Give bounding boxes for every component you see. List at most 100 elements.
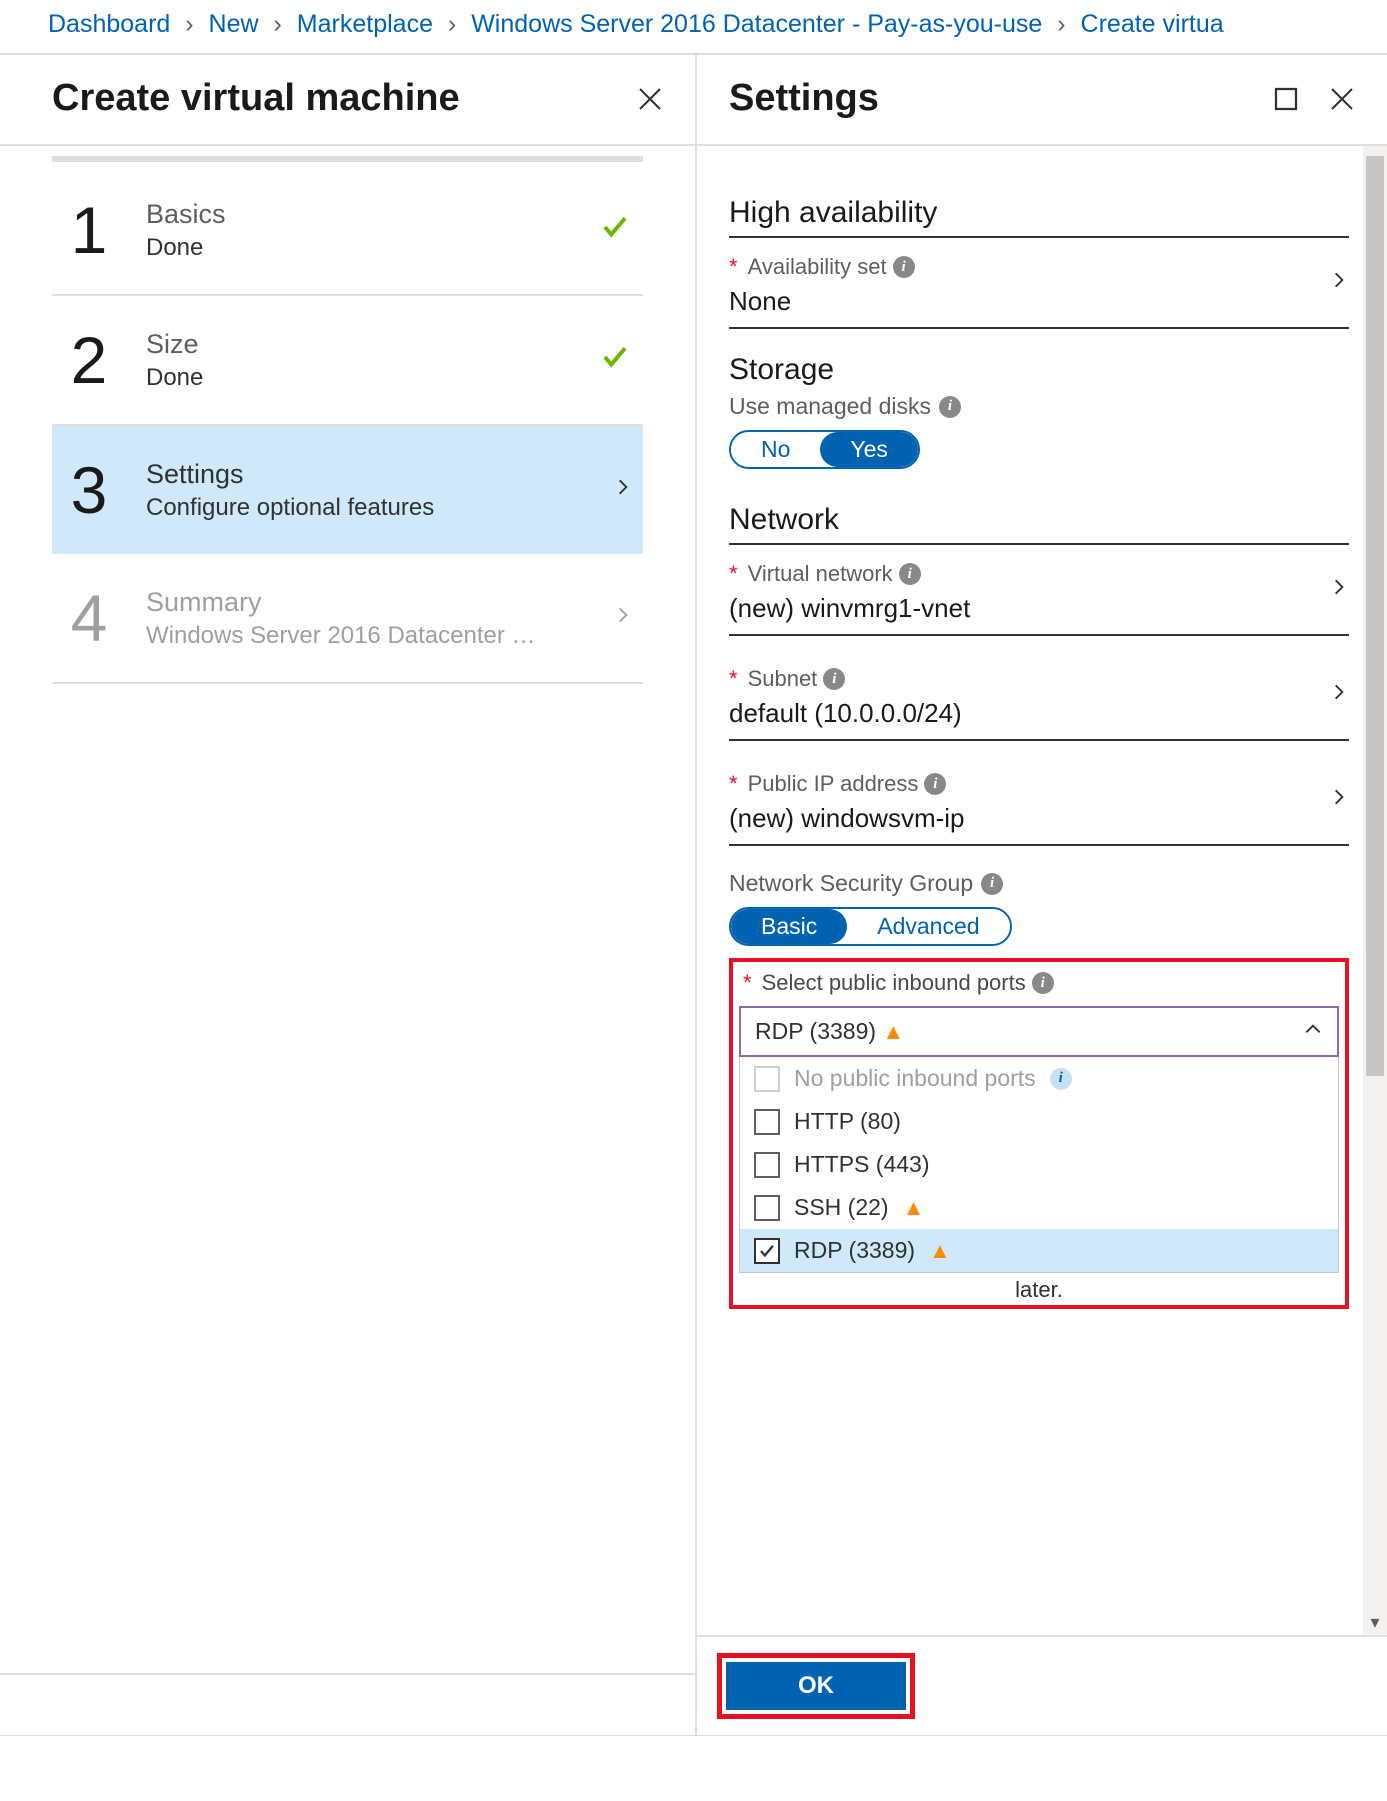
step-title: Size — [146, 329, 567, 360]
port-option-http[interactable]: HTTP (80) — [740, 1100, 1338, 1143]
field-label: Select public inbound ports — [762, 970, 1026, 996]
chevron-right-icon: › — [185, 10, 193, 38]
breadcrumb-link[interactable]: New — [209, 10, 259, 38]
scroll-down-icon[interactable]: ▾ — [1363, 1612, 1387, 1633]
highlight-inbound-ports: * Select public inbound ports i RDP (338… — [729, 958, 1349, 1309]
required-asterisk: * — [729, 561, 738, 587]
step-number: 1 — [62, 192, 116, 268]
checkbox-icon — [754, 1238, 780, 1264]
warning-icon: ▲ — [882, 1019, 904, 1044]
field-public-ip[interactable]: * Public IP address i (new) windowsvm-ip — [729, 765, 1349, 846]
scrollbar[interactable]: ▾ — [1363, 146, 1387, 1635]
truncated-text: later. — [739, 1277, 1339, 1303]
section-network: Network — [729, 503, 1349, 537]
option-label: RDP (3389) — [794, 1237, 915, 1264]
step-subtitle: Done — [146, 364, 567, 392]
section-storage: Storage — [729, 353, 1349, 387]
info-icon[interactable]: i — [981, 873, 1003, 895]
toggle-option-yes[interactable]: Yes — [820, 432, 918, 467]
breadcrumb-link[interactable]: Marketplace — [297, 10, 433, 38]
close-icon[interactable] — [635, 84, 665, 114]
wizard-step-summary: 4 Summary Windows Server 2016 Datacenter… — [52, 554, 643, 684]
chevron-right-icon — [613, 605, 633, 631]
port-option-none[interactable]: No public inbound ports i — [740, 1057, 1338, 1100]
option-label: HTTPS (443) — [794, 1151, 929, 1178]
step-title: Basics — [146, 199, 567, 230]
field-label: Availability set — [748, 254, 887, 280]
field-virtual-network[interactable]: * Virtual network i (new) winvmrg1-vnet — [729, 555, 1349, 636]
ok-button[interactable]: OK — [726, 1662, 906, 1710]
chevron-right-icon: › — [274, 10, 282, 38]
info-icon[interactable]: i — [1032, 972, 1054, 994]
section-high-availability: High availability — [729, 196, 1349, 230]
field-value: (new) winvmrg1-vnet — [729, 593, 1329, 624]
restore-icon[interactable] — [1271, 84, 1301, 114]
checkbox-icon — [754, 1109, 780, 1135]
checkbox-icon — [754, 1066, 780, 1092]
chevron-right-icon: › — [1057, 10, 1065, 38]
checkbox-icon — [754, 1195, 780, 1221]
field-value: None — [729, 286, 1329, 317]
chevron-right-icon — [613, 477, 633, 503]
step-subtitle: Windows Server 2016 Datacenter … — [146, 622, 583, 650]
toggle-option-basic[interactable]: Basic — [731, 909, 847, 944]
wizard-step-basics[interactable]: 1 Basics Done — [52, 166, 643, 296]
port-option-https[interactable]: HTTPS (443) — [740, 1143, 1338, 1186]
blade-header: Settings — [697, 55, 1387, 146]
select-value: RDP (3389) — [755, 1018, 876, 1044]
required-asterisk: * — [729, 254, 738, 280]
option-label: HTTP (80) — [794, 1108, 901, 1135]
field-value: (new) windowsvm-ip — [729, 803, 1329, 834]
warning-icon: ▲ — [903, 1195, 925, 1221]
field-label: Use managed disks — [729, 393, 931, 420]
step-title: Settings — [146, 459, 583, 490]
breadcrumb-link[interactable]: Create virtua — [1081, 10, 1224, 38]
field-label: Public IP address — [748, 771, 919, 797]
toggle-nsg-type[interactable]: Basic Advanced — [729, 907, 1012, 946]
field-availability-set[interactable]: * Availability set i None — [729, 248, 1349, 329]
field-label: Network Security Group — [729, 870, 973, 897]
select-public-inbound-ports[interactable]: RDP (3389) ▲ — [739, 1006, 1339, 1057]
checkbox-icon — [754, 1152, 780, 1178]
blade-title: Settings — [729, 77, 879, 120]
info-icon[interactable]: i — [823, 668, 845, 690]
step-title: Summary — [146, 587, 583, 618]
chevron-up-icon — [1303, 1018, 1323, 1045]
blade-title: Create virtual machine — [52, 77, 460, 120]
checkmark-icon — [597, 339, 633, 382]
info-icon[interactable]: i — [893, 256, 915, 278]
step-number: 2 — [62, 322, 116, 398]
info-icon[interactable]: i — [899, 563, 921, 585]
breadcrumb-link[interactable]: Dashboard — [48, 10, 170, 38]
port-option-rdp[interactable]: RDP (3389) ▲ — [740, 1229, 1338, 1272]
settings-panel: Settings ▾ High availability — [697, 55, 1387, 1735]
info-icon[interactable]: i — [924, 773, 946, 795]
toggle-managed-disks[interactable]: No Yes — [729, 430, 920, 469]
checkmark-icon — [597, 209, 633, 252]
step-subtitle: Configure optional features — [146, 494, 583, 522]
chevron-right-icon — [1329, 682, 1349, 708]
step-number: 3 — [62, 452, 116, 528]
option-label: SSH (22) — [794, 1194, 889, 1221]
required-asterisk: * — [743, 970, 752, 996]
toggle-option-advanced[interactable]: Advanced — [847, 909, 1009, 944]
breadcrumb: Dashboard › New › Marketplace › Windows … — [0, 0, 1387, 55]
scrollbar-thumb[interactable] — [1366, 156, 1384, 1076]
field-subnet[interactable]: * Subnet i default (10.0.0.0/24) — [729, 660, 1349, 741]
info-icon[interactable]: i — [1050, 1068, 1072, 1090]
highlight-ok-button: OK — [717, 1653, 915, 1719]
chevron-right-icon — [1329, 577, 1349, 603]
breadcrumb-link[interactable]: Windows Server 2016 Datacenter - Pay-as-… — [471, 10, 1042, 38]
step-subtitle: Done — [146, 234, 567, 262]
close-icon[interactable] — [1327, 84, 1357, 114]
wizard-step-settings[interactable]: 3 Settings Configure optional features — [52, 426, 643, 554]
chevron-right-icon: › — [448, 10, 456, 38]
port-option-ssh[interactable]: SSH (22) ▲ — [740, 1186, 1338, 1229]
toggle-option-no[interactable]: No — [731, 432, 820, 467]
field-label: Subnet — [748, 666, 818, 692]
wizard-panel: Create virtual machine 1 Basics Done — [0, 55, 697, 1735]
blade-header: Create virtual machine — [0, 55, 695, 146]
required-asterisk: * — [729, 666, 738, 692]
info-icon[interactable]: i — [939, 396, 961, 418]
wizard-step-size[interactable]: 2 Size Done — [52, 296, 643, 426]
